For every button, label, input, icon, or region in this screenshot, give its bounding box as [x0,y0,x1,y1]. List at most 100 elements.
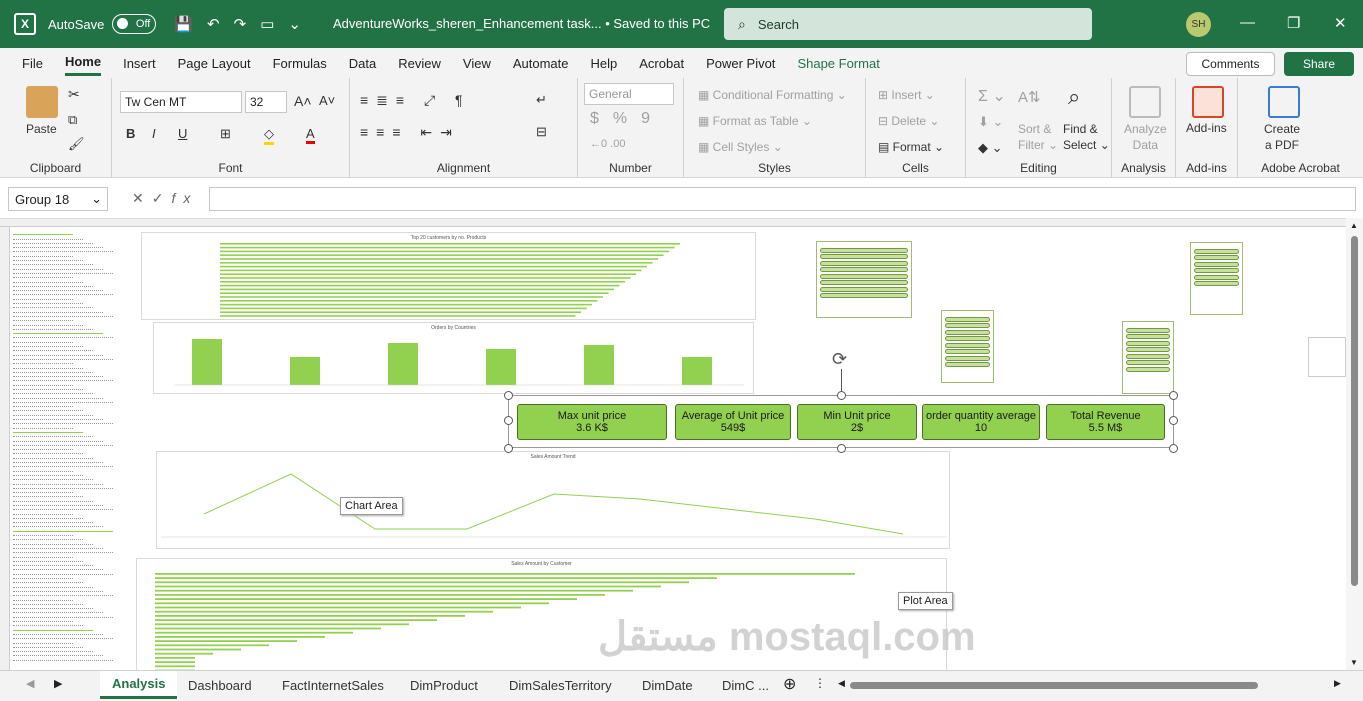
scroll-right-icon[interactable]: ▶ [1334,678,1341,689]
slicer-item[interactable] [1194,274,1239,280]
copy-icon[interactable]: ⧉ [68,112,77,128]
slicer-3[interactable] [1190,242,1243,315]
tab-dimproduct[interactable]: DimProduct [398,671,490,699]
resize-handle[interactable] [1169,416,1178,425]
underline-icon[interactable]: U [178,126,187,141]
menu-home[interactable]: Home [64,50,102,76]
horizontal-align-icons[interactable]: ≡≡≡ ⇤⇥ [360,124,460,141]
share-button[interactable]: Share [1284,52,1354,76]
search-box[interactable]: ⌕ Search [724,8,1092,40]
borders-icon[interactable]: ⊞ [220,126,231,142]
menu-file[interactable]: File [22,52,43,75]
menu-power-pivot[interactable]: Power Pivot [706,52,775,75]
product-slicer[interactable] [816,241,912,318]
tab-dimsalesterritory[interactable]: DimSalesTerritory [497,671,624,699]
slicer-item[interactable] [1194,261,1239,267]
autosum-icon[interactable]: Σ ⌄ [978,86,1006,106]
avatar[interactable]: SH [1186,12,1211,37]
kpi-average-unit-price[interactable]: Average of Unit price 549$ [675,404,791,440]
scroll-thumb[interactable] [850,682,1258,689]
slicer-item[interactable] [820,267,908,272]
cell-styles-button[interactable]: ▦ Cell Styles ⌄ [698,140,783,154]
kpi-min-unit-price[interactable]: Min Unit price 2$ [797,404,917,440]
slicer-item[interactable] [945,336,990,341]
menu-data[interactable]: Data [349,52,376,75]
scroll-down-icon[interactable]: ▼ [1350,658,1358,667]
formula-input[interactable] [209,187,1356,211]
resize-handle[interactable] [504,444,513,453]
menu-help[interactable]: Help [591,52,618,75]
slicer-item[interactable] [820,260,908,266]
resize-handle[interactable] [504,416,513,425]
create-pdf-icon[interactable] [1268,86,1300,118]
tab-factinternetsales[interactable]: FactInternetSales [270,671,396,699]
slicer-item[interactable] [945,329,990,335]
name-box[interactable]: Group 18 ⌄ [8,187,108,211]
cut-icon[interactable]: ✂ [68,86,80,103]
resize-handle[interactable] [837,391,846,400]
slicer-item[interactable] [820,280,908,285]
comments-button[interactable]: Comments [1186,52,1275,76]
sales-trend-chart[interactable]: Sales Amount Trend [156,451,950,549]
font-name-select[interactable]: Tw Cen MT [120,91,242,113]
slicer-item[interactable] [1126,347,1170,352]
fill-icon[interactable]: ⬇ ⌄ [978,114,1003,130]
formula-icons[interactable]: ✕✓fx [132,190,198,207]
quick-access-toolbar[interactable]: 💾↶↷▭⌄ [174,15,315,33]
slicer-item[interactable] [1126,340,1170,346]
worksheet[interactable]: Top 20 customers by no. Products Orders … [0,218,1346,670]
slicer-item[interactable] [820,273,908,279]
scroll-up-icon[interactable]: ▲ [1350,221,1358,230]
tab-dashboard[interactable]: Dashboard [176,671,264,699]
menu-view[interactable]: View [463,52,491,75]
find-select-button[interactable]: Find & Select ⌄ [1063,121,1110,153]
grow-font-icon[interactable]: A˄ [294,93,312,109]
autosave-toggle[interactable]: Off [112,14,157,34]
slicer-item[interactable] [820,286,908,292]
slicer-item[interactable] [820,254,908,259]
slicer-item[interactable] [1194,248,1239,254]
resize-handle[interactable] [837,444,846,453]
menu-page-layout[interactable]: Page Layout [178,52,251,75]
font-color-icon[interactable]: A [306,126,315,144]
more-icon[interactable]: ⋮ [814,676,826,690]
slicer-item[interactable] [1126,327,1170,333]
slicer-item[interactable] [1126,360,1170,365]
format-as-table-button[interactable]: ▦ Format as Table ⌄ [698,114,812,128]
shrink-font-icon[interactable]: A˅ [319,93,335,108]
slicer-item[interactable] [945,355,990,361]
slicer-item[interactable] [1126,366,1170,372]
maximize-icon[interactable]: ❐ [1287,14,1300,32]
resize-handle[interactable] [1169,444,1178,453]
tab-analysis[interactable]: Analysis [100,671,178,699]
delete-cells-button[interactable]: ⊟ Delete ⌄ [878,114,939,128]
menu-review[interactable]: Review [398,52,441,75]
slicer-item[interactable] [1194,255,1239,260]
minimize-icon[interactable]: — [1240,14,1255,31]
prev-sheet-icon[interactable]: ◀ [26,677,34,690]
create-pdf-button[interactable]: Create a PDF [1264,121,1300,153]
slicer-4[interactable] [1122,321,1174,394]
tab-dimdate[interactable]: DimDate [630,671,705,699]
sort-filter-icon[interactable]: A⇅ [1018,88,1041,106]
paste-button[interactable]: Paste [26,122,57,136]
slicer-item[interactable] [945,362,990,367]
wrap-text-icon[interactable]: ↵ [536,92,547,108]
close-icon[interactable]: ✕ [1334,14,1347,32]
currency-percent-icons[interactable]: $%9 [590,110,664,128]
conditional-formatting-button[interactable]: ▦ Conditional Formatting ⌄ [698,88,847,102]
analyze-data-icon[interactable] [1129,86,1161,118]
horizontal-scrollbar[interactable]: ◀ ▶ [838,678,1346,692]
orders-by-country-chart[interactable]: Orders by Countries [153,322,754,394]
fill-color-icon[interactable]: ◇ [264,126,274,145]
menu-automate[interactable]: Automate [513,52,569,75]
resize-handle[interactable] [1169,391,1178,400]
scroll-left-icon[interactable]: ◀ [838,678,845,689]
paste-icon[interactable] [26,86,58,118]
slicer-item[interactable] [945,316,990,322]
addins-icon[interactable] [1192,86,1224,118]
italic-icon[interactable]: I [152,126,156,141]
slicer-item[interactable] [1126,353,1170,359]
menu-insert[interactable]: Insert [123,52,156,75]
slicer-2[interactable] [941,310,994,383]
